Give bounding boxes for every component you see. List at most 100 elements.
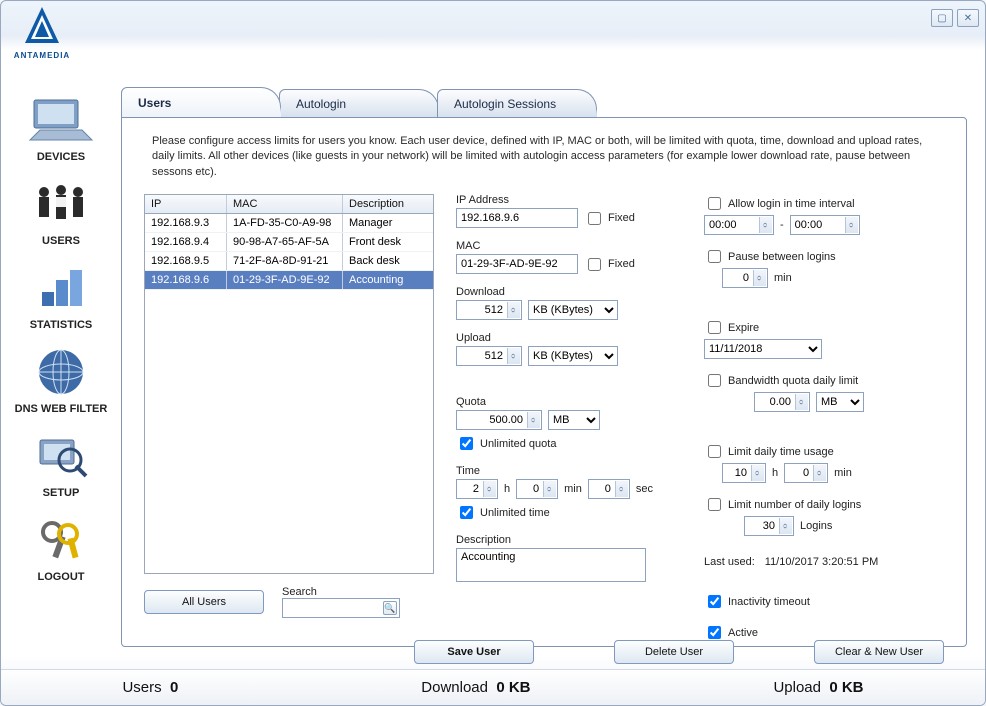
unlimited-time-label: Unlimited time [480,507,550,519]
allow-interval-checkbox[interactable] [708,197,721,210]
main-area: Users Autologin Autologin Sessions Pleas… [121,65,985,667]
time-h-input[interactable] [456,479,498,499]
cell-ip: 192.168.9.5 [145,252,227,270]
tab-autologin[interactable]: Autologin [279,89,439,117]
daily-logins-unit: Logins [800,520,832,532]
cell-ip: 192.168.9.4 [145,233,227,251]
globe-icon [22,343,100,401]
search-icon[interactable]: 🔍 [383,601,397,615]
interval-from-input[interactable] [704,215,774,235]
expire-checkbox[interactable] [708,321,721,334]
logo-icon [13,5,71,49]
time-m-input[interactable] [516,479,558,499]
tab-users-label: Users [138,96,171,110]
sidebar-label-users: USERS [42,235,80,247]
last-used-label: Last used: [704,556,755,568]
cell-desc: Manager [343,214,433,232]
cell-ip: 192.168.9.6 [145,271,227,289]
devices-icon [22,91,100,149]
upload-input[interactable] [456,346,522,366]
time-s-label: sec [636,483,653,495]
daily-logins-checkbox[interactable] [708,498,721,511]
daily-time-label: Limit daily time usage [728,446,834,458]
status-download: Download 0 KB [421,679,530,696]
daily-logins-input[interactable] [744,516,794,536]
interval-sep: - [780,219,784,231]
status-upload: Upload 0 KB [773,679,863,696]
sidebar-item-users[interactable]: USERS [1,171,121,255]
sidebar-item-dns-web-filter[interactable]: DNS WEB FILTER [1,339,121,423]
ip-input[interactable] [456,208,578,228]
sidebar-label-statistics: STATISTICS [30,319,93,331]
ip-fixed-checkbox[interactable] [588,212,601,225]
titlebar: ANTAMEDIA ▢ ✕ [1,1,985,65]
table-header: IP MAC Description [145,195,433,214]
upload-label: Upload [456,332,676,344]
col-header-desc[interactable]: Description [343,195,433,213]
active-checkbox[interactable] [708,626,721,639]
tab-autologin-sessions[interactable]: Autologin Sessions [437,89,597,117]
bw-daily-checkbox[interactable] [708,374,721,387]
panel-users: Please configure access limits for users… [121,117,967,647]
download-unit-select[interactable]: KB (KBytes) [528,300,618,320]
interval-to-input[interactable] [790,215,860,235]
expire-date-select[interactable]: 11/11/2018 [704,339,822,359]
download-label: Download [456,286,676,298]
bw-daily-unit-select[interactable]: MB [816,392,864,412]
sidebar-label-dnswebfilter: DNS WEB FILTER [15,403,108,415]
status-bar: Users 0 Download 0 KB Upload 0 KB [1,669,985,705]
daily-time-h-input[interactable] [722,463,766,483]
mac-input[interactable] [456,254,578,274]
col-header-mac[interactable]: MAC [227,195,343,213]
active-label: Active [728,627,758,639]
pause-unit: min [774,272,792,284]
inactivity-checkbox[interactable] [708,595,721,608]
unlimited-quota-checkbox[interactable] [460,437,473,450]
sidebar-item-setup[interactable]: SETUP [1,423,121,507]
quota-unit-select[interactable]: MB [548,410,600,430]
cell-mac: 1A-FD-35-C0-A9-98 [227,214,343,232]
expire-label: Expire [728,322,759,334]
table-row[interactable]: 192.168.9.571-2F-8A-8D-91-21Back desk [145,252,433,271]
table-row[interactable]: 192.168.9.490-98-A7-65-AF-5AFront desk [145,233,433,252]
col-header-ip[interactable]: IP [145,195,227,213]
cell-mac: 01-29-3F-AD-9E-92 [227,271,343,289]
all-users-button[interactable]: All Users [144,590,264,614]
status-users: Users 0 [122,679,178,696]
quota-input[interactable] [456,410,542,430]
tab-users[interactable]: Users [121,87,281,117]
clear-new-user-button[interactable]: Clear & New User [814,640,944,664]
clear-new-user-label: Clear & New User [835,646,923,658]
minimize-button[interactable]: ▢ [931,9,953,27]
daily-time-m-input[interactable] [784,463,828,483]
daily-time-checkbox[interactable] [708,445,721,458]
minimize-icon: ▢ [937,13,946,24]
unlimited-time-checkbox[interactable] [460,506,473,519]
tab-autologin-label: Autologin [296,97,346,111]
mac-fixed-checkbox[interactable] [588,258,601,271]
unlimited-quota-label: Unlimited quota [480,438,556,450]
users-icon [22,175,100,233]
all-users-label: All Users [182,596,226,608]
table-body: 192.168.9.31A-FD-35-C0-A9-98Manager192.1… [145,214,433,290]
sidebar-item-logout[interactable]: LOGOUT [1,507,121,591]
inactivity-label: Inactivity timeout [728,596,810,608]
download-input[interactable] [456,300,522,320]
cell-desc: Back desk [343,252,433,270]
table-row[interactable]: 192.168.9.31A-FD-35-C0-A9-98Manager [145,214,433,233]
delete-user-button[interactable]: Delete User [614,640,734,664]
save-user-button[interactable]: Save User [414,640,534,664]
close-button[interactable]: ✕ [957,9,979,27]
sidebar-item-statistics[interactable]: STATISTICS [1,255,121,339]
upload-unit-select[interactable]: KB (KBytes) [528,346,618,366]
time-s-input[interactable] [588,479,630,499]
pause-checkbox[interactable] [708,250,721,263]
sidebar-item-devices[interactable]: DEVICES [1,87,121,171]
description-input[interactable]: Accounting [456,548,646,582]
tab-sessions-label: Autologin Sessions [454,97,556,111]
bw-daily-input[interactable] [754,392,810,412]
bw-daily-label: Bandwidth quota daily limit [728,375,858,387]
table-row[interactable]: 192.168.9.601-29-3F-AD-9E-92Accounting [145,271,433,290]
tabstrip: Users Autologin Autologin Sessions [121,87,967,117]
pause-input[interactable] [722,268,768,288]
